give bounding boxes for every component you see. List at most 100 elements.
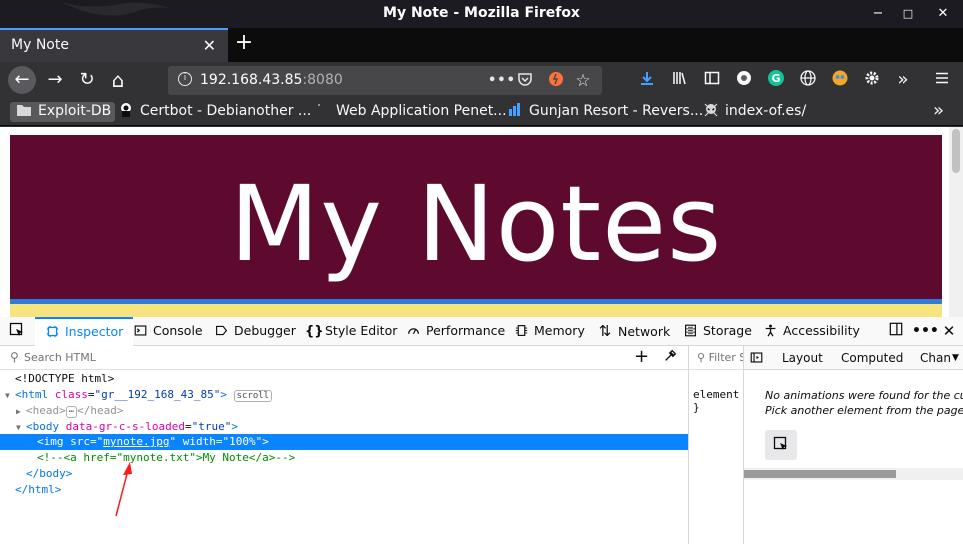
tab-layout[interactable]: Layout bbox=[782, 346, 823, 370]
bookmark-certbot[interactable]: Certbot - Debianother ... bbox=[118, 102, 311, 122]
bookmark-label: Exploit-DB bbox=[38, 103, 112, 119]
pocket-icon[interactable] bbox=[515, 71, 535, 91]
rules-panel: ⚲ Filter Styles element { } bbox=[688, 346, 744, 544]
element-rule[interactable]: element { } bbox=[693, 388, 744, 414]
markup-line-head[interactable]: ▶ <head> ⋯ </head> bbox=[0, 403, 688, 419]
account-icon[interactable] bbox=[734, 70, 754, 90]
red-annotation-arrow bbox=[115, 462, 132, 517]
bookmark-web-app-pentest[interactable]: Web Application Penet... bbox=[314, 102, 507, 122]
pick-element-button[interactable] bbox=[765, 430, 797, 460]
reader-icon[interactable] bbox=[546, 71, 566, 91]
hscroll-thumb[interactable] bbox=[744, 470, 896, 478]
network-icon: ⇅ bbox=[598, 322, 612, 340]
side-panel-tabs: Layout Computed Chan ▼ bbox=[744, 346, 963, 370]
tab-label: Accessibility bbox=[783, 323, 860, 338]
markup-line-body[interactable]: ▼ <body data-gr-c-s-loaded="true"> bbox=[0, 419, 688, 435]
extension-face-icon[interactable] bbox=[830, 70, 850, 90]
tab-label: My Note bbox=[11, 37, 69, 53]
tab-performance[interactable]: Performance bbox=[406, 317, 505, 346]
toggle-panel-icon[interactable] bbox=[750, 346, 763, 370]
side-tabs-dropdown-icon[interactable]: ▼ bbox=[952, 346, 959, 370]
minimize-button[interactable]: − bbox=[868, 4, 888, 24]
markup-line-doctype[interactable]: <!DOCTYPE html> bbox=[0, 371, 688, 387]
overflow-icon[interactable]: » bbox=[893, 70, 913, 90]
style-editor-icon: {} bbox=[305, 324, 324, 339]
tab-computed[interactable]: Computed bbox=[841, 346, 903, 370]
tab-style-editor[interactable]: {}Style Editor bbox=[305, 317, 397, 346]
add-node-button[interactable]: + bbox=[634, 346, 649, 367]
markup-line-body-close[interactable]: </body> bbox=[0, 466, 688, 482]
reload-button[interactable]: ↻ bbox=[73, 66, 101, 94]
bookmark-exploit-db[interactable]: Exploit-DB bbox=[10, 102, 116, 122]
close-window-button[interactable]: ✕ bbox=[933, 4, 953, 24]
collapse-triangle-icon[interactable]: ▶ bbox=[16, 404, 26, 420]
url-bar[interactable]: i 192.168.43.85:8080 ••• ☆ bbox=[168, 66, 602, 95]
head-ellipsis[interactable]: ⋯ bbox=[65, 406, 78, 418]
img-tag-close: > bbox=[262, 435, 269, 448]
no-animations-line-2: Pick another element from the page. bbox=[765, 404, 963, 417]
skull-icon bbox=[704, 103, 718, 117]
url-port: :8080 bbox=[302, 72, 343, 88]
back-button[interactable]: ← bbox=[8, 66, 36, 94]
bookmark-star-icon[interactable]: ☆ bbox=[573, 71, 593, 91]
tab-label: Inspector bbox=[65, 324, 124, 339]
new-tab-button[interactable]: + bbox=[233, 31, 255, 57]
tab-storage[interactable]: Storage bbox=[683, 317, 752, 346]
tab-changes[interactable]: Chan bbox=[920, 346, 951, 370]
img-src-link[interactable]: mynote.jpg bbox=[103, 435, 169, 448]
grammarly-icon[interactable]: G bbox=[766, 70, 786, 90]
head-close-tag: </head> bbox=[77, 404, 124, 417]
navigation-toolbar: ← → ↻ ⌂ i 192.168.43.85:8080 ••• ☆ G » bbox=[0, 62, 963, 98]
tab-network[interactable]: ⇅ Network bbox=[598, 317, 671, 346]
scroll-badge[interactable]: scroll bbox=[233, 390, 273, 402]
bookmark-index-of[interactable]: index-of.es/ bbox=[703, 102, 806, 122]
markup-line-html[interactable]: ▼ <html class="gr__192_168_43_85"> scroll bbox=[0, 387, 688, 403]
tab-close-icon[interactable]: ✕ bbox=[203, 36, 216, 55]
forward-button[interactable]: → bbox=[41, 66, 69, 94]
storage-icon bbox=[683, 318, 697, 346]
devtools-options-icon[interactable]: ••• bbox=[912, 322, 939, 340]
gear-icon[interactable] bbox=[862, 70, 882, 90]
bookmarks-overflow-icon[interactable]: » bbox=[933, 100, 944, 121]
scrollbar-thumb[interactable] bbox=[952, 129, 960, 173]
download-icon[interactable] bbox=[637, 70, 657, 90]
filter-styles-input[interactable]: ⚲ Filter Styles bbox=[689, 346, 744, 370]
search-html-input[interactable]: Search HTML bbox=[24, 351, 96, 364]
tab-memory[interactable]: Memory bbox=[514, 317, 585, 346]
library-icon[interactable] bbox=[670, 70, 690, 90]
menu-icon[interactable] bbox=[932, 70, 952, 90]
tab-label: Performance bbox=[426, 323, 506, 338]
markup-line-img-selected[interactable]: <img src="mynote.jpg" width="100%"> bbox=[0, 434, 688, 450]
page-actions-icon[interactable]: ••• bbox=[488, 71, 515, 91]
tab-my-note[interactable]: My Note ✕ bbox=[0, 28, 228, 62]
html-attr-name: class bbox=[54, 388, 88, 401]
tab-debugger[interactable]: Debugger bbox=[214, 317, 296, 346]
no-animations-line-1: No animations were found for the cu bbox=[765, 389, 963, 402]
globe-icon[interactable] bbox=[798, 70, 818, 90]
tab-console[interactable]: Console bbox=[133, 317, 203, 346]
dock-side-icon[interactable] bbox=[887, 322, 905, 340]
maximize-button[interactable]: □ bbox=[898, 4, 918, 24]
window-titlebar: My Note - Mozilla Firefox − □ ✕ bbox=[0, 0, 963, 28]
element-picker-icon[interactable] bbox=[8, 322, 26, 340]
home-button[interactable]: ⌂ bbox=[104, 66, 132, 94]
eyedropper-icon[interactable] bbox=[664, 349, 677, 366]
expand-triangle-icon[interactable]: ▼ bbox=[5, 388, 15, 404]
markup-line-comment[interactable]: <!--<a href="mynote.txt">My Note</a>--> bbox=[0, 450, 688, 466]
page-scrollbar[interactable] bbox=[949, 127, 963, 317]
close-devtools-icon[interactable]: ✕ bbox=[940, 322, 958, 340]
debugger-icon bbox=[214, 318, 228, 346]
tab-accessibility[interactable]: Accessibility bbox=[763, 317, 860, 346]
side-panel-hscrollbar[interactable] bbox=[744, 468, 963, 480]
tab-inspector[interactable]: Inspector bbox=[35, 317, 134, 346]
animations-side-panel: Layout Computed Chan ▼ No animations wer… bbox=[743, 346, 963, 544]
bookmark-label: Certbot - Debianother ... bbox=[140, 103, 312, 119]
element-picker-icon bbox=[773, 436, 787, 450]
sidebar-icon[interactable] bbox=[702, 70, 722, 90]
accessibility-icon bbox=[763, 318, 777, 346]
inspector-icon bbox=[45, 320, 59, 345]
url-text[interactable]: 192.168.43.85:8080 bbox=[200, 72, 343, 88]
markup-line-html-close[interactable]: </html> bbox=[0, 482, 688, 498]
site-info-icon[interactable]: i bbox=[178, 72, 192, 86]
bookmark-gunjan-resort[interactable]: Gunjan Resort - Revers... bbox=[507, 102, 703, 122]
